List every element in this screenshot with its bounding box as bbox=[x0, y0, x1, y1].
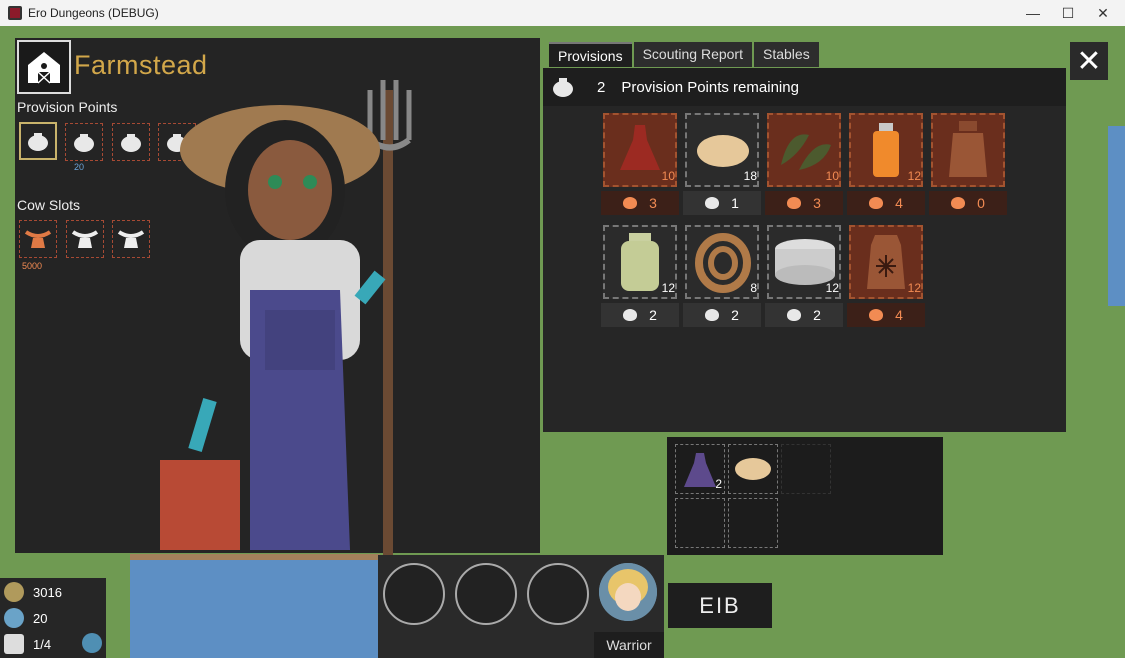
resource-panel: 3016 20 1/4 bbox=[0, 578, 106, 658]
provision-points-text: Provision Points remaining bbox=[621, 78, 799, 96]
party-count: 1/4 bbox=[33, 636, 52, 652]
item-quantity: 10 bbox=[661, 169, 675, 183]
favor-icon bbox=[4, 608, 24, 628]
item-cost: 2 bbox=[731, 307, 739, 323]
cow-slots-label: Cow Slots bbox=[17, 197, 81, 213]
provision-item[interactable]: 10 3 bbox=[765, 111, 843, 215]
party-inventory: 2 bbox=[667, 437, 943, 555]
warrior-portrait[interactable] bbox=[599, 563, 657, 621]
provision-item[interactable]: 12 2 bbox=[765, 223, 843, 327]
party-slot-empty[interactable] bbox=[527, 563, 589, 625]
provision-item[interactable]: 12 4 bbox=[847, 111, 925, 215]
item-quantity: 12 bbox=[825, 281, 839, 295]
inventory-quantity: 2 bbox=[715, 477, 722, 491]
tab-stables[interactable]: Stables bbox=[754, 42, 819, 67]
item-cost: 2 bbox=[649, 307, 657, 323]
item-quantity: 12 bbox=[907, 281, 921, 295]
hero-class-label: Warrior bbox=[594, 632, 664, 658]
item-cost: 2 bbox=[813, 307, 821, 323]
app-icon bbox=[8, 6, 22, 20]
item-quantity: 12 bbox=[907, 169, 921, 183]
sign-board: EIB bbox=[668, 583, 772, 628]
inventory-slot[interactable] bbox=[781, 444, 831, 494]
tab-provisions[interactable]: Provisions bbox=[549, 42, 632, 67]
settings-gear-icon[interactable] bbox=[82, 633, 102, 653]
item-cost: 3 bbox=[649, 195, 657, 211]
close-button[interactable]: ✕ bbox=[1070, 42, 1108, 80]
gold-icon bbox=[4, 582, 24, 602]
provision-item[interactable]: 12 2 bbox=[601, 223, 679, 327]
provision-points-header: 2 Provision Points remaining bbox=[543, 68, 1066, 106]
provision-item[interactable]: 0 bbox=[929, 111, 1007, 215]
provision-slot-1[interactable] bbox=[19, 122, 57, 160]
provision-item[interactable]: 18 1 bbox=[683, 111, 761, 215]
tab-scouting-report[interactable]: Scouting Report bbox=[633, 42, 752, 67]
party-icon bbox=[4, 634, 24, 654]
bread-icon bbox=[735, 458, 771, 480]
tab-bar: Provisions Scouting Report Stables bbox=[549, 42, 821, 67]
window-title: Ero Dungeons (DEBUG) bbox=[28, 6, 159, 20]
inventory-slot[interactable] bbox=[728, 444, 778, 494]
item-cost: 1 bbox=[731, 195, 739, 211]
provision-item[interactable]: 10 3 bbox=[601, 111, 679, 215]
inventory-slot[interactable] bbox=[728, 498, 778, 548]
rope-icon bbox=[695, 233, 751, 293]
window-close-button[interactable]: ✕ bbox=[1080, 0, 1125, 26]
item-cost: 0 bbox=[977, 195, 985, 211]
cow-slot-1-cost: 5000 bbox=[22, 261, 43, 271]
provision-item[interactable]: 12 4 bbox=[847, 223, 925, 327]
item-cost: 3 bbox=[813, 195, 821, 211]
cow-slot-1[interactable] bbox=[19, 220, 57, 258]
item-quantity: 10 bbox=[825, 169, 839, 183]
party-slot-empty[interactable] bbox=[455, 563, 517, 625]
provision-slot-2[interactable] bbox=[65, 123, 103, 161]
window-titlebar: Ero Dungeons (DEBUG) — ☐ ✕ bbox=[0, 0, 1125, 26]
barn-icon bbox=[17, 40, 71, 94]
inventory-slot[interactable] bbox=[675, 498, 725, 548]
provision-points-count: 2 bbox=[597, 78, 606, 96]
provision-bag-icon bbox=[553, 78, 573, 97]
cow-slot-2[interactable] bbox=[66, 220, 104, 258]
item-cost: 4 bbox=[895, 195, 903, 211]
item-quantity: 18 bbox=[743, 169, 757, 183]
favor-amount: 20 bbox=[33, 610, 48, 626]
item-quantity: 8 bbox=[750, 281, 757, 295]
gold-amount: 3016 bbox=[33, 584, 62, 600]
item-quantity: 12 bbox=[661, 281, 675, 295]
farmer-character-portrait bbox=[160, 80, 412, 555]
milk-can-icon bbox=[949, 121, 987, 177]
provision-points-label: Provision Points bbox=[17, 99, 118, 115]
item-cost: 4 bbox=[895, 307, 903, 323]
inventory-slot[interactable]: 2 bbox=[675, 444, 725, 494]
provision-item[interactable]: 8 2 bbox=[683, 223, 761, 327]
provision-slot-2-cost: 20 bbox=[74, 162, 85, 172]
party-slot-empty[interactable] bbox=[383, 563, 445, 625]
